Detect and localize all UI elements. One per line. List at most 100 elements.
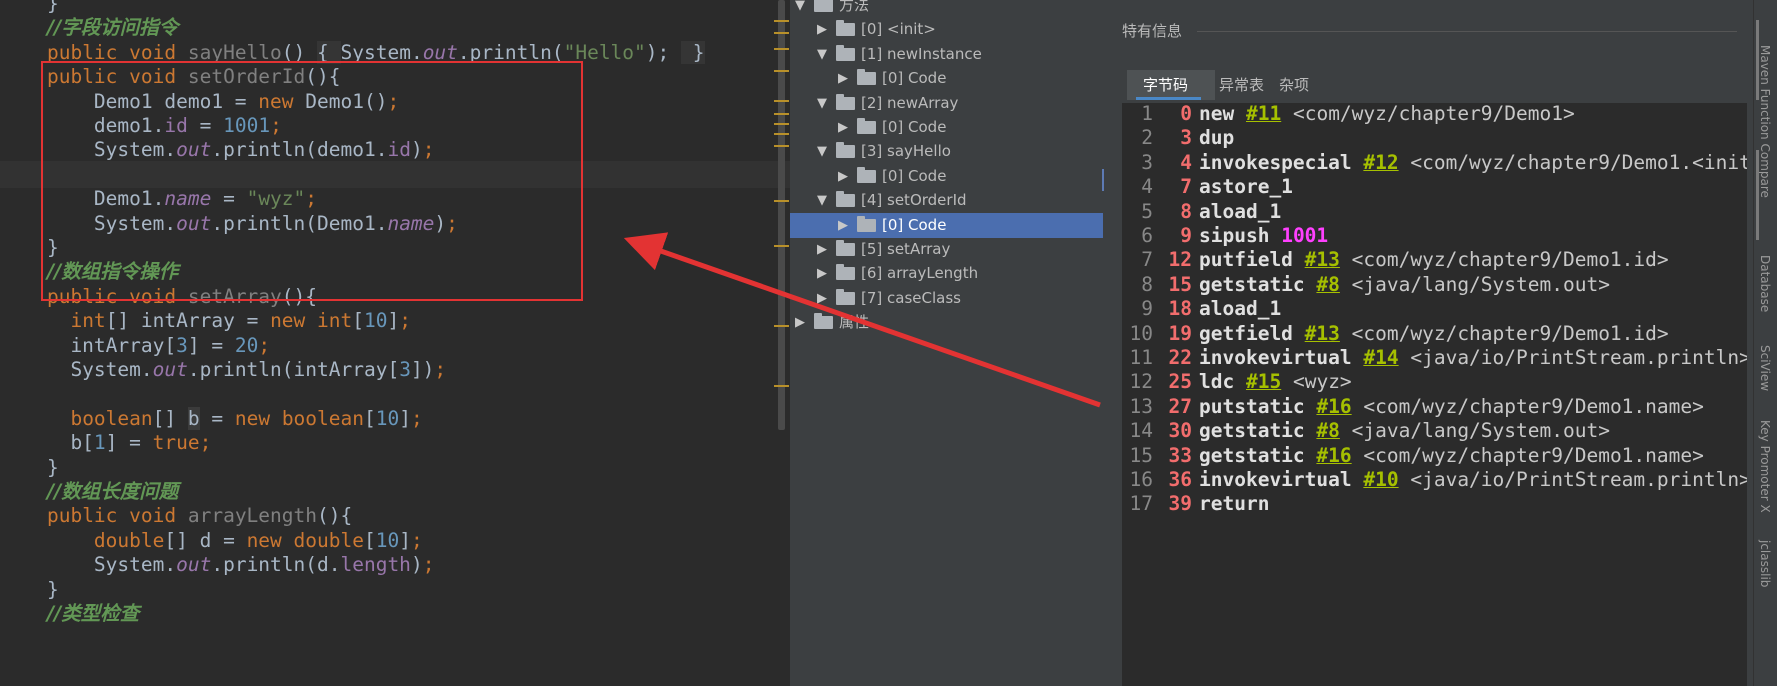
side-marker <box>1756 20 1759 100</box>
change-marker[interactable] <box>774 113 789 115</box>
collapsed-arrow-icon[interactable]: ▶ <box>838 213 848 238</box>
bytecode-row[interactable]: 7 12 putfield #13 <com/wyz/chapter9/Demo1.… <box>1122 246 1747 273</box>
bytecode-offset: 18 <box>1168 297 1192 321</box>
collapsed-arrow-icon[interactable]: ▶ <box>817 17 827 42</box>
collapsed-arrow-icon[interactable]: ▶ <box>838 115 848 140</box>
expanded-arrow-icon[interactable]: ▼ <box>795 0 805 18</box>
tree-node[interactable]: ▶ [7] caseClass <box>790 286 1107 311</box>
bytecode-row[interactable]: 4 7 astore_1 <box>1122 173 1747 200</box>
expanded-arrow-icon[interactable]: ▼ <box>817 42 827 67</box>
side-tool-tab[interactable]: SciView <box>1758 345 1772 391</box>
code-token: new double <box>246 528 364 552</box>
tree-node[interactable]: ▶ [6] arrayLength <box>790 261 1107 286</box>
change-marker[interactable] <box>774 245 789 247</box>
folder-icon <box>857 69 876 86</box>
change-marker[interactable] <box>774 32 789 34</box>
tree-node[interactable]: ▼ [2] newArray <box>790 91 1107 116</box>
change-marker[interactable] <box>774 20 789 22</box>
change-marker[interactable] <box>774 145 789 147</box>
code-line: //数组长度问题 <box>0 478 790 505</box>
constant-pool-ref-link[interactable]: #15 <box>1246 370 1281 393</box>
tree-node[interactable]: ▼ 方法 <box>790 0 1107 18</box>
collapsed-arrow-icon[interactable]: ▶ <box>817 261 827 286</box>
tab-exception-table[interactable]: 异常表 <box>1219 72 1264 98</box>
change-marker[interactable] <box>774 123 789 125</box>
tree-node[interactable]: ▼ [4] setOrderId <box>790 188 1107 213</box>
bytecode-offset: 0 <box>1180 103 1192 125</box>
change-marker[interactable] <box>774 100 789 102</box>
constant-pool-ref-link[interactable]: #13 <box>1305 322 1340 345</box>
opcode: return <box>1199 492 1270 516</box>
folder-icon <box>836 288 855 305</box>
code-line: System.out.println(intArray[3]); <box>0 356 790 383</box>
collapsed-arrow-icon[interactable]: ▶ <box>817 286 827 311</box>
constant-pool-ref-link[interactable]: #8 <box>1316 419 1339 442</box>
expanded-arrow-icon[interactable]: ▼ <box>817 188 827 213</box>
code-editor[interactable]: } //字段访问指令 public void sayHello() { Syst… <box>0 0 790 686</box>
bytecode-row[interactable]: 13 27 putstatic #16 <com/wyz/chapter9/Demo… <box>1122 393 1747 420</box>
change-marker[interactable] <box>774 200 789 202</box>
tree-node[interactable]: ▼ [1] newInstance <box>790 42 1107 67</box>
line-number: 4 <box>1141 175 1153 199</box>
collapsed-arrow-icon[interactable]: ▶ <box>795 310 805 335</box>
bytecode-row[interactable]: 15 33 getstatic #16 <com/wyz/chapter9/Demo… <box>1122 442 1747 469</box>
constant-pool-ref-link[interactable]: #16 <box>1316 395 1351 418</box>
constant-pool-ref-link[interactable]: #11 <box>1246 103 1281 125</box>
expanded-arrow-icon[interactable]: ▼ <box>817 91 827 116</box>
constant-pool-ref-link[interactable]: #12 <box>1363 151 1398 174</box>
bytecode-row[interactable]: 1 0 new #11 <com/wyz/chapter9/Demo1> <box>1122 103 1747 127</box>
change-marker[interactable] <box>774 133 789 135</box>
bytecode-row[interactable]: 10 19 getfield #13 <com/wyz/chapter9/Demo1… <box>1122 320 1747 347</box>
bytecode-offset: 36 <box>1168 468 1192 491</box>
side-tool-tab[interactable]: Maven Function Compare <box>1758 45 1772 198</box>
tree-node[interactable]: ▶ [0] Code <box>790 212 1103 238</box>
bytecode-row[interactable]: 14 30 getstatic #8 <java/lang/System.out> <box>1122 417 1747 444</box>
code-token: ] <box>387 309 400 333</box>
bytecode-row[interactable]: 11 22 invokevirtual #14 <java/io/PrintStre… <box>1122 344 1747 371</box>
code-line: //类型检查 <box>0 600 790 627</box>
code-token: [ <box>363 528 376 552</box>
bytecode-row[interactable]: 9 18 aload_1 <box>1122 295 1747 322</box>
constant-pool-ref-link[interactable]: #10 <box>1363 468 1398 491</box>
code-token: //字段访问指令 <box>46 16 179 40</box>
bytecode-offset: 22 <box>1168 346 1192 369</box>
constant-pool-ref-link[interactable]: #14 <box>1363 346 1398 369</box>
code-token: true <box>152 431 200 455</box>
constant-pool-ref-link[interactable]: #13 <box>1305 248 1340 271</box>
bytecode-row[interactable]: 8 15 getstatic #8 <java/lang/System.out> <box>1122 271 1747 298</box>
change-marker[interactable] <box>774 385 789 387</box>
tree-node[interactable]: ▶ [0] Code <box>790 164 1107 189</box>
tree-node[interactable]: ▶ [0] Code <box>790 115 1107 140</box>
tree-node[interactable]: ▶ [0] <init> <box>790 17 1107 42</box>
tree-node[interactable]: ▶ 属性 <box>790 310 1107 335</box>
side-tool-tab[interactable]: jclasslib <box>1758 540 1772 587</box>
code-token: ; <box>410 528 423 552</box>
constant-pool-ref-link[interactable]: #8 <box>1316 273 1339 296</box>
change-marker[interactable] <box>774 48 789 50</box>
bytecode-listing[interactable]: 1 0 new #11 <com/wyz/chapter9/Demo1> 2 3 dup 3… <box>1122 103 1747 686</box>
side-tool-tab[interactable]: Key Promoter X <box>1758 420 1772 513</box>
bytecode-row[interactable]: 12 25 ldc #15 <wyz> <box>1122 368 1747 395</box>
tree-node[interactable]: ▶ [5] setArray <box>790 237 1107 262</box>
bytecode-row[interactable]: 6 9 sipush 1001 <box>1122 222 1747 249</box>
code-token: ] <box>399 528 411 552</box>
reference-target: <com/wyz/chapter9/Demo1.id> <box>1351 248 1669 272</box>
tab-misc[interactable]: 杂项 <box>1279 72 1309 98</box>
collapsed-arrow-icon[interactable]: ▶ <box>838 164 848 189</box>
constant-pool-ref-link[interactable]: #16 <box>1316 444 1351 467</box>
bytecode-row[interactable]: 17 39 return <box>1122 490 1747 517</box>
bytecode-row[interactable]: 5 8 aload_1 <box>1122 198 1747 225</box>
change-marker[interactable] <box>774 70 789 72</box>
expanded-arrow-icon[interactable]: ▼ <box>817 139 827 164</box>
side-tool-tab[interactable]: Database <box>1758 255 1772 312</box>
bytecode-row[interactable]: 16 36 invokevirtual #10 <java/io/PrintStre… <box>1122 466 1747 493</box>
collapsed-arrow-icon[interactable]: ▶ <box>838 66 848 91</box>
bytecode-row[interactable]: 2 3 dup <box>1122 124 1747 151</box>
tree-node[interactable]: ▼ [3] sayHello <box>790 139 1107 164</box>
change-marker[interactable] <box>774 325 789 327</box>
tree-node[interactable]: ▶ [0] Code <box>790 66 1107 91</box>
tab-bytecode[interactable]: 字节码 <box>1143 72 1188 98</box>
instruction: ldc #15 <wyz> <box>1199 368 1352 395</box>
bytecode-row[interactable]: 3 4 invokespecial #12 <com/wyz/chapter9/De… <box>1122 149 1747 176</box>
collapsed-arrow-icon[interactable]: ▶ <box>817 237 827 262</box>
